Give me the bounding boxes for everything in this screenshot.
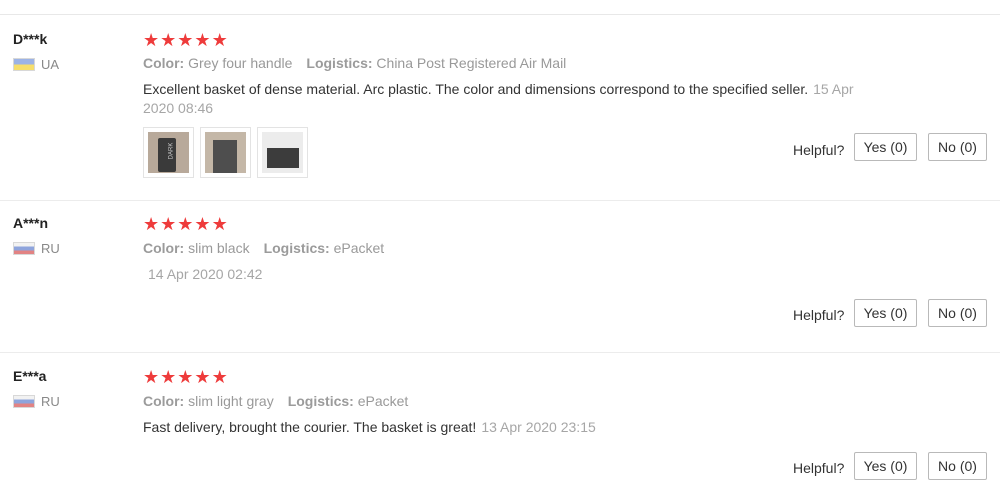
order-attributes: Color: slim black Logistics: ePacket [143, 240, 384, 256]
color-label: Color: [143, 55, 185, 71]
star-icon: ★ [194, 30, 211, 50]
review-photos [143, 127, 308, 178]
star-icon: ★ [194, 214, 211, 234]
star-icon: ★ [177, 214, 194, 234]
star-icon: ★ [143, 30, 160, 50]
buyer-name: E***a [13, 368, 47, 384]
review-photo-thumbnail[interactable] [143, 127, 194, 178]
buyer-name: D***k [13, 31, 48, 47]
star-icon: ★ [160, 367, 177, 387]
ru-flag-icon [13, 242, 35, 255]
logistics-value: China Post Registered Air Mail [376, 55, 567, 71]
helpful-yes-button[interactable]: Yes (0) [854, 299, 917, 327]
buyer-country: RU [13, 241, 60, 256]
logistics-value: ePacket [357, 393, 409, 409]
country-code: RU [41, 394, 60, 409]
star-icon: ★ [177, 367, 194, 387]
helpful-no-button[interactable]: No (0) [928, 299, 987, 327]
color-value: slim black [188, 240, 250, 256]
star-icon: ★ [211, 30, 228, 50]
star-icon: ★ [143, 214, 160, 234]
helpful-yes-button[interactable]: Yes (0) [854, 133, 917, 161]
review-body: Excellent basket of dense material. Arc … [143, 81, 809, 97]
star-icon: ★ [194, 367, 211, 387]
helpful-label: Helpful? [793, 460, 845, 476]
review-photo-thumbnail[interactable] [200, 127, 251, 178]
star-rating: ★ ★ ★ ★ ★ [143, 215, 228, 233]
logistics-label: Logistics: [306, 55, 373, 71]
color-label: Color: [143, 393, 185, 409]
logistics-label: Logistics: [263, 240, 330, 256]
order-attributes: Color: slim light gray Logistics: ePacket [143, 393, 408, 409]
color-value: Grey four handle [188, 55, 293, 71]
color-value: slim light gray [188, 393, 274, 409]
review-item: D***k UA ★ ★ ★ ★ ★ Color: Grey four hand… [0, 15, 1000, 200]
helpful-label: Helpful? [793, 142, 845, 158]
country-code: UA [41, 57, 60, 72]
review-item: E***a RU ★ ★ ★ ★ ★ Color: slim light gra… [0, 353, 1000, 500]
helpful-no-button[interactable]: No (0) [928, 133, 987, 161]
review-photo-thumbnail[interactable] [257, 127, 308, 178]
ru-flag-icon [13, 395, 35, 408]
star-rating: ★ ★ ★ ★ ★ [143, 368, 228, 386]
review-date: 13 Apr 2020 23:15 [481, 419, 596, 435]
star-rating: ★ ★ ★ ★ ★ [143, 31, 228, 49]
helpful-yes-button[interactable]: Yes (0) [854, 452, 917, 480]
logistics-value: ePacket [333, 240, 385, 256]
review-item: A***n RU ★ ★ ★ ★ ★ Color: slim black Logi… [0, 201, 1000, 352]
star-icon: ★ [160, 30, 177, 50]
order-attributes: Color: Grey four handle Logistics: China … [143, 55, 566, 71]
country-code: RU [41, 241, 60, 256]
review-text: Excellent basket of dense material. Arc … [143, 80, 883, 118]
ua-flag-icon [13, 58, 35, 71]
helpful-label: Helpful? [793, 307, 845, 323]
logistics-label: Logistics: [287, 393, 354, 409]
star-icon: ★ [211, 214, 228, 234]
color-label: Color: [143, 240, 185, 256]
review-date: 14 Apr 2020 02:42 [148, 266, 263, 282]
buyer-country: UA [13, 57, 59, 72]
star-icon: ★ [177, 30, 194, 50]
star-icon: ★ [160, 214, 177, 234]
review-body: Fast delivery, brought the courier. The … [143, 419, 477, 435]
review-text: Fast delivery, brought the courier. The … [143, 418, 883, 437]
star-icon: ★ [143, 367, 160, 387]
buyer-name: A***n [13, 215, 49, 231]
helpful-no-button[interactable]: No (0) [928, 452, 987, 480]
buyer-country: RU [13, 394, 60, 409]
star-icon: ★ [211, 367, 228, 387]
